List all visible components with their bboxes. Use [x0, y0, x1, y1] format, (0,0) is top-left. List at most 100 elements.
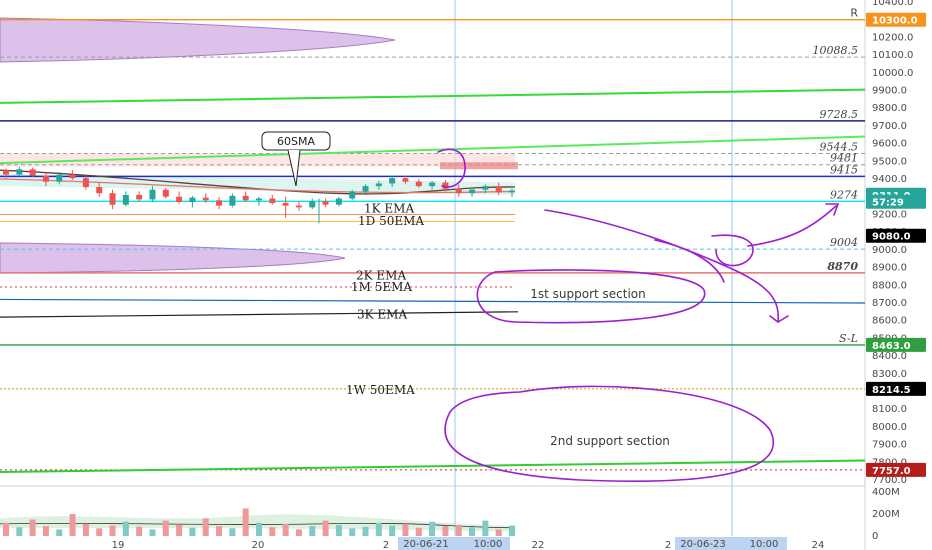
- volume-bar-5: [69, 514, 76, 536]
- volume-bar-19: [256, 522, 262, 536]
- y-tick-6: 9800.0: [872, 103, 907, 114]
- y-tick-8: 9600.0: [872, 139, 907, 150]
- price-tag-5: 8214.5: [872, 385, 911, 396]
- volume-bar-36: [482, 520, 489, 536]
- volume-bar-21: [282, 523, 289, 536]
- volume-bar-3: [42, 526, 49, 536]
- volume-bar-26: [349, 528, 356, 536]
- y-tick-5: 9900.0: [872, 86, 907, 97]
- candle-body-19: [256, 198, 262, 201]
- volume-bar-27: [362, 526, 369, 536]
- x-tick-1: 20: [252, 540, 265, 550]
- ema-label-3: 1M 5EMA: [351, 280, 412, 294]
- y-tick-15: 8900.0: [872, 263, 907, 274]
- y-tick-2: 10200.0: [872, 32, 913, 43]
- level-label-1: 10088.5: [813, 44, 859, 57]
- y-tick-21: 8300.0: [872, 369, 907, 380]
- candle-body-9: [122, 194, 129, 205]
- y-tick-12: 9200.0: [872, 209, 907, 220]
- volume-bar-38: [509, 525, 515, 536]
- candle-body-10: [136, 194, 143, 200]
- volume-bar-10: [136, 526, 143, 536]
- volume-bar-12: [162, 520, 169, 536]
- candle-body-0: [3, 170, 9, 175]
- candle-body-12: [162, 189, 169, 197]
- candle-body-35: [469, 189, 476, 194]
- volume-bar-11: [149, 529, 156, 536]
- volume-bar-23: [309, 526, 316, 536]
- candle-body-27: [362, 186, 369, 192]
- volume-bar-15: [202, 518, 209, 536]
- date-label-3: 10:00: [750, 539, 779, 550]
- y-tick-9: 9500.0: [872, 156, 907, 167]
- candle-body-22: [295, 205, 302, 208]
- volume-bar-0: [3, 522, 9, 536]
- candle-body-3: [42, 175, 49, 182]
- volume-bar-6: [82, 523, 89, 536]
- candle-body-25: [335, 198, 342, 205]
- x-tick-3: 22: [532, 540, 545, 550]
- volume-bar-37: [495, 529, 502, 536]
- chart-background: [0, 0, 932, 550]
- price-chart[interactable]: R10088.59728.59544.594819415927490048870…: [0, 0, 932, 550]
- candle-body-8: [109, 193, 116, 205]
- volume-bar-20: [269, 527, 276, 536]
- candle-body-29: [389, 178, 396, 184]
- candle-body-28: [375, 183, 382, 187]
- level-label-0: R: [850, 7, 858, 20]
- candle-body-11: [149, 189, 156, 200]
- volume-bar-30: [402, 523, 409, 536]
- volume-tick-2: 0: [872, 531, 878, 542]
- volume-bar-13: [176, 525, 183, 536]
- volume-bar-16: [216, 526, 223, 536]
- x-tick-5: 24: [812, 540, 825, 550]
- candle-body-38: [509, 190, 515, 193]
- ema-label-5: 1W 50EMA: [346, 383, 415, 397]
- candle-body-20: [269, 198, 276, 203]
- candle-body-18: [242, 195, 249, 201]
- y-tick-20: 8400.0: [872, 351, 907, 362]
- candle-body-32: [429, 182, 436, 187]
- volume-bar-33: [442, 526, 449, 536]
- x-tick-2: 2: [383, 540, 389, 550]
- y-tick-10: 9400.0: [872, 174, 907, 185]
- level-label-7: 9004: [830, 236, 858, 249]
- y-tick-25: 7900.0: [872, 440, 907, 451]
- candle-body-4: [56, 174, 63, 182]
- volume-tick-0: 400M: [872, 487, 900, 498]
- y-tick-17: 8700.0: [872, 298, 907, 309]
- volume-bar-8: [109, 525, 116, 536]
- y-tick-7: 9700.0: [872, 121, 907, 132]
- price-tag-4: 8463.0: [872, 341, 911, 352]
- ema-label-1: 1D 50EMA: [358, 214, 424, 228]
- candle-body-37: [495, 186, 502, 193]
- candle-body-36: [482, 186, 489, 190]
- candle-body-7: [96, 187, 103, 194]
- level-label-2: 9728.5: [820, 108, 859, 121]
- volume-bar-28: [375, 522, 382, 536]
- support-1-label: 1st support section: [530, 287, 646, 301]
- price-tag-2: 57:29: [872, 198, 904, 209]
- level-label-5: 9415: [830, 163, 858, 176]
- candle-body-13: [176, 196, 183, 203]
- candle-body-24: [322, 201, 329, 205]
- candle-body-6: [82, 178, 89, 188]
- cloud-band-red-strong: [440, 162, 518, 170]
- level-label-8: 8870: [827, 260, 858, 273]
- volume-bar-24: [322, 520, 329, 536]
- candle-body-23: [309, 201, 316, 208]
- date-label-1: 10:00: [474, 539, 503, 550]
- candle-body-17: [229, 195, 236, 206]
- volume-bar-29: [389, 525, 396, 536]
- volume-bar-34: [455, 525, 462, 536]
- date-label-0: 20-06-21: [403, 539, 448, 550]
- volume-tick-1: 200M: [872, 509, 900, 520]
- candle-body-31: [415, 181, 422, 187]
- price-tag-6: 7757.0: [872, 466, 911, 477]
- ema-label-4: 3K EMA: [357, 308, 407, 322]
- x-tick-0: 19: [112, 540, 125, 550]
- candle-body-16: [216, 200, 223, 206]
- candle-body-2: [29, 169, 36, 176]
- volume-bar-2: [29, 519, 36, 536]
- candle-body-1: [16, 169, 23, 175]
